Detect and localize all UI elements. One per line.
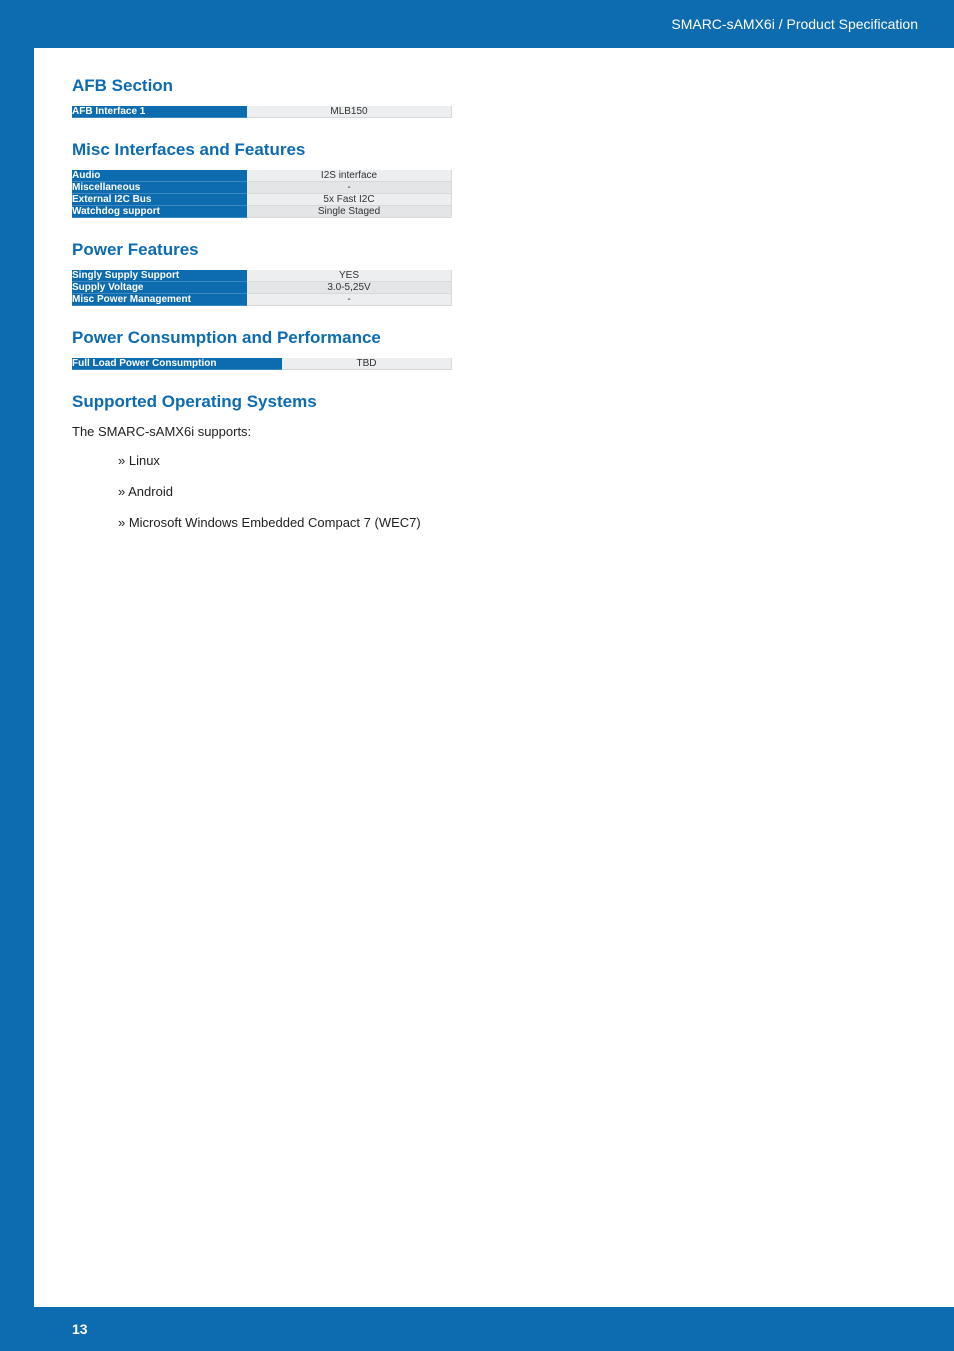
row-label: Watchdog support [72, 206, 247, 218]
heading-consumption: Power Consumption and Performance [72, 328, 914, 348]
row-value: MLB150 [247, 106, 452, 118]
row-label: Singly Supply Support [72, 270, 247, 282]
table-afb: AFB Interface 1 MLB150 [72, 106, 452, 118]
row-label: Audio [72, 170, 247, 182]
heading-os: Supported Operating Systems [72, 392, 914, 412]
os-intro: The SMARC-sAMX6i supports: [72, 424, 914, 439]
row-label: AFB Interface 1 [72, 106, 247, 118]
table-power: Singly Supply Support YES Supply Voltage… [72, 270, 452, 306]
table-row: Supply Voltage 3.0-5,25V [72, 282, 452, 294]
list-item: » Linux [118, 453, 914, 468]
content: AFB Section AFB Interface 1 MLB150 Misc … [0, 48, 954, 530]
row-label: Full Load Power Consumption [72, 358, 282, 370]
header-bar: SMARC-sAMX6i / Product Specification [0, 0, 954, 48]
table-row: Audio I2S interface [72, 170, 452, 182]
page-number: 13 [72, 1321, 88, 1337]
row-value: I2S interface [247, 170, 452, 182]
table-consumption: Full Load Power Consumption TBD [72, 358, 452, 370]
row-value: - [247, 182, 452, 194]
row-value: Single Staged [247, 206, 452, 218]
list-item: » Android [118, 484, 914, 499]
row-value: YES [247, 270, 452, 282]
row-value: TBD [282, 358, 452, 370]
table-row: Watchdog support Single Staged [72, 206, 452, 218]
heading-misc: Misc Interfaces and Features [72, 140, 914, 160]
row-value: 5x Fast I2C [247, 194, 452, 206]
table-row: Miscellaneous - [72, 182, 452, 194]
os-bullets: » Linux » Android » Microsoft Windows Em… [118, 453, 914, 530]
table-misc: Audio I2S interface Miscellaneous - Exte… [72, 170, 452, 218]
row-value: - [247, 294, 452, 306]
row-label: External I2C Bus [72, 194, 247, 206]
row-label: Miscellaneous [72, 182, 247, 194]
list-item: » Microsoft Windows Embedded Compact 7 (… [118, 515, 914, 530]
row-value: 3.0-5,25V [247, 282, 452, 294]
heading-afb: AFB Section [72, 76, 914, 96]
table-row: External I2C Bus 5x Fast I2C [72, 194, 452, 206]
breadcrumb: SMARC-sAMX6i / Product Specification [671, 16, 918, 32]
table-row: AFB Interface 1 MLB150 [72, 106, 452, 118]
row-label: Supply Voltage [72, 282, 247, 294]
table-row: Misc Power Management - [72, 294, 452, 306]
table-row: Full Load Power Consumption TBD [72, 358, 452, 370]
table-row: Singly Supply Support YES [72, 270, 452, 282]
footer-bar: 13 [0, 1307, 954, 1351]
heading-power: Power Features [72, 240, 914, 260]
row-label: Misc Power Management [72, 294, 247, 306]
